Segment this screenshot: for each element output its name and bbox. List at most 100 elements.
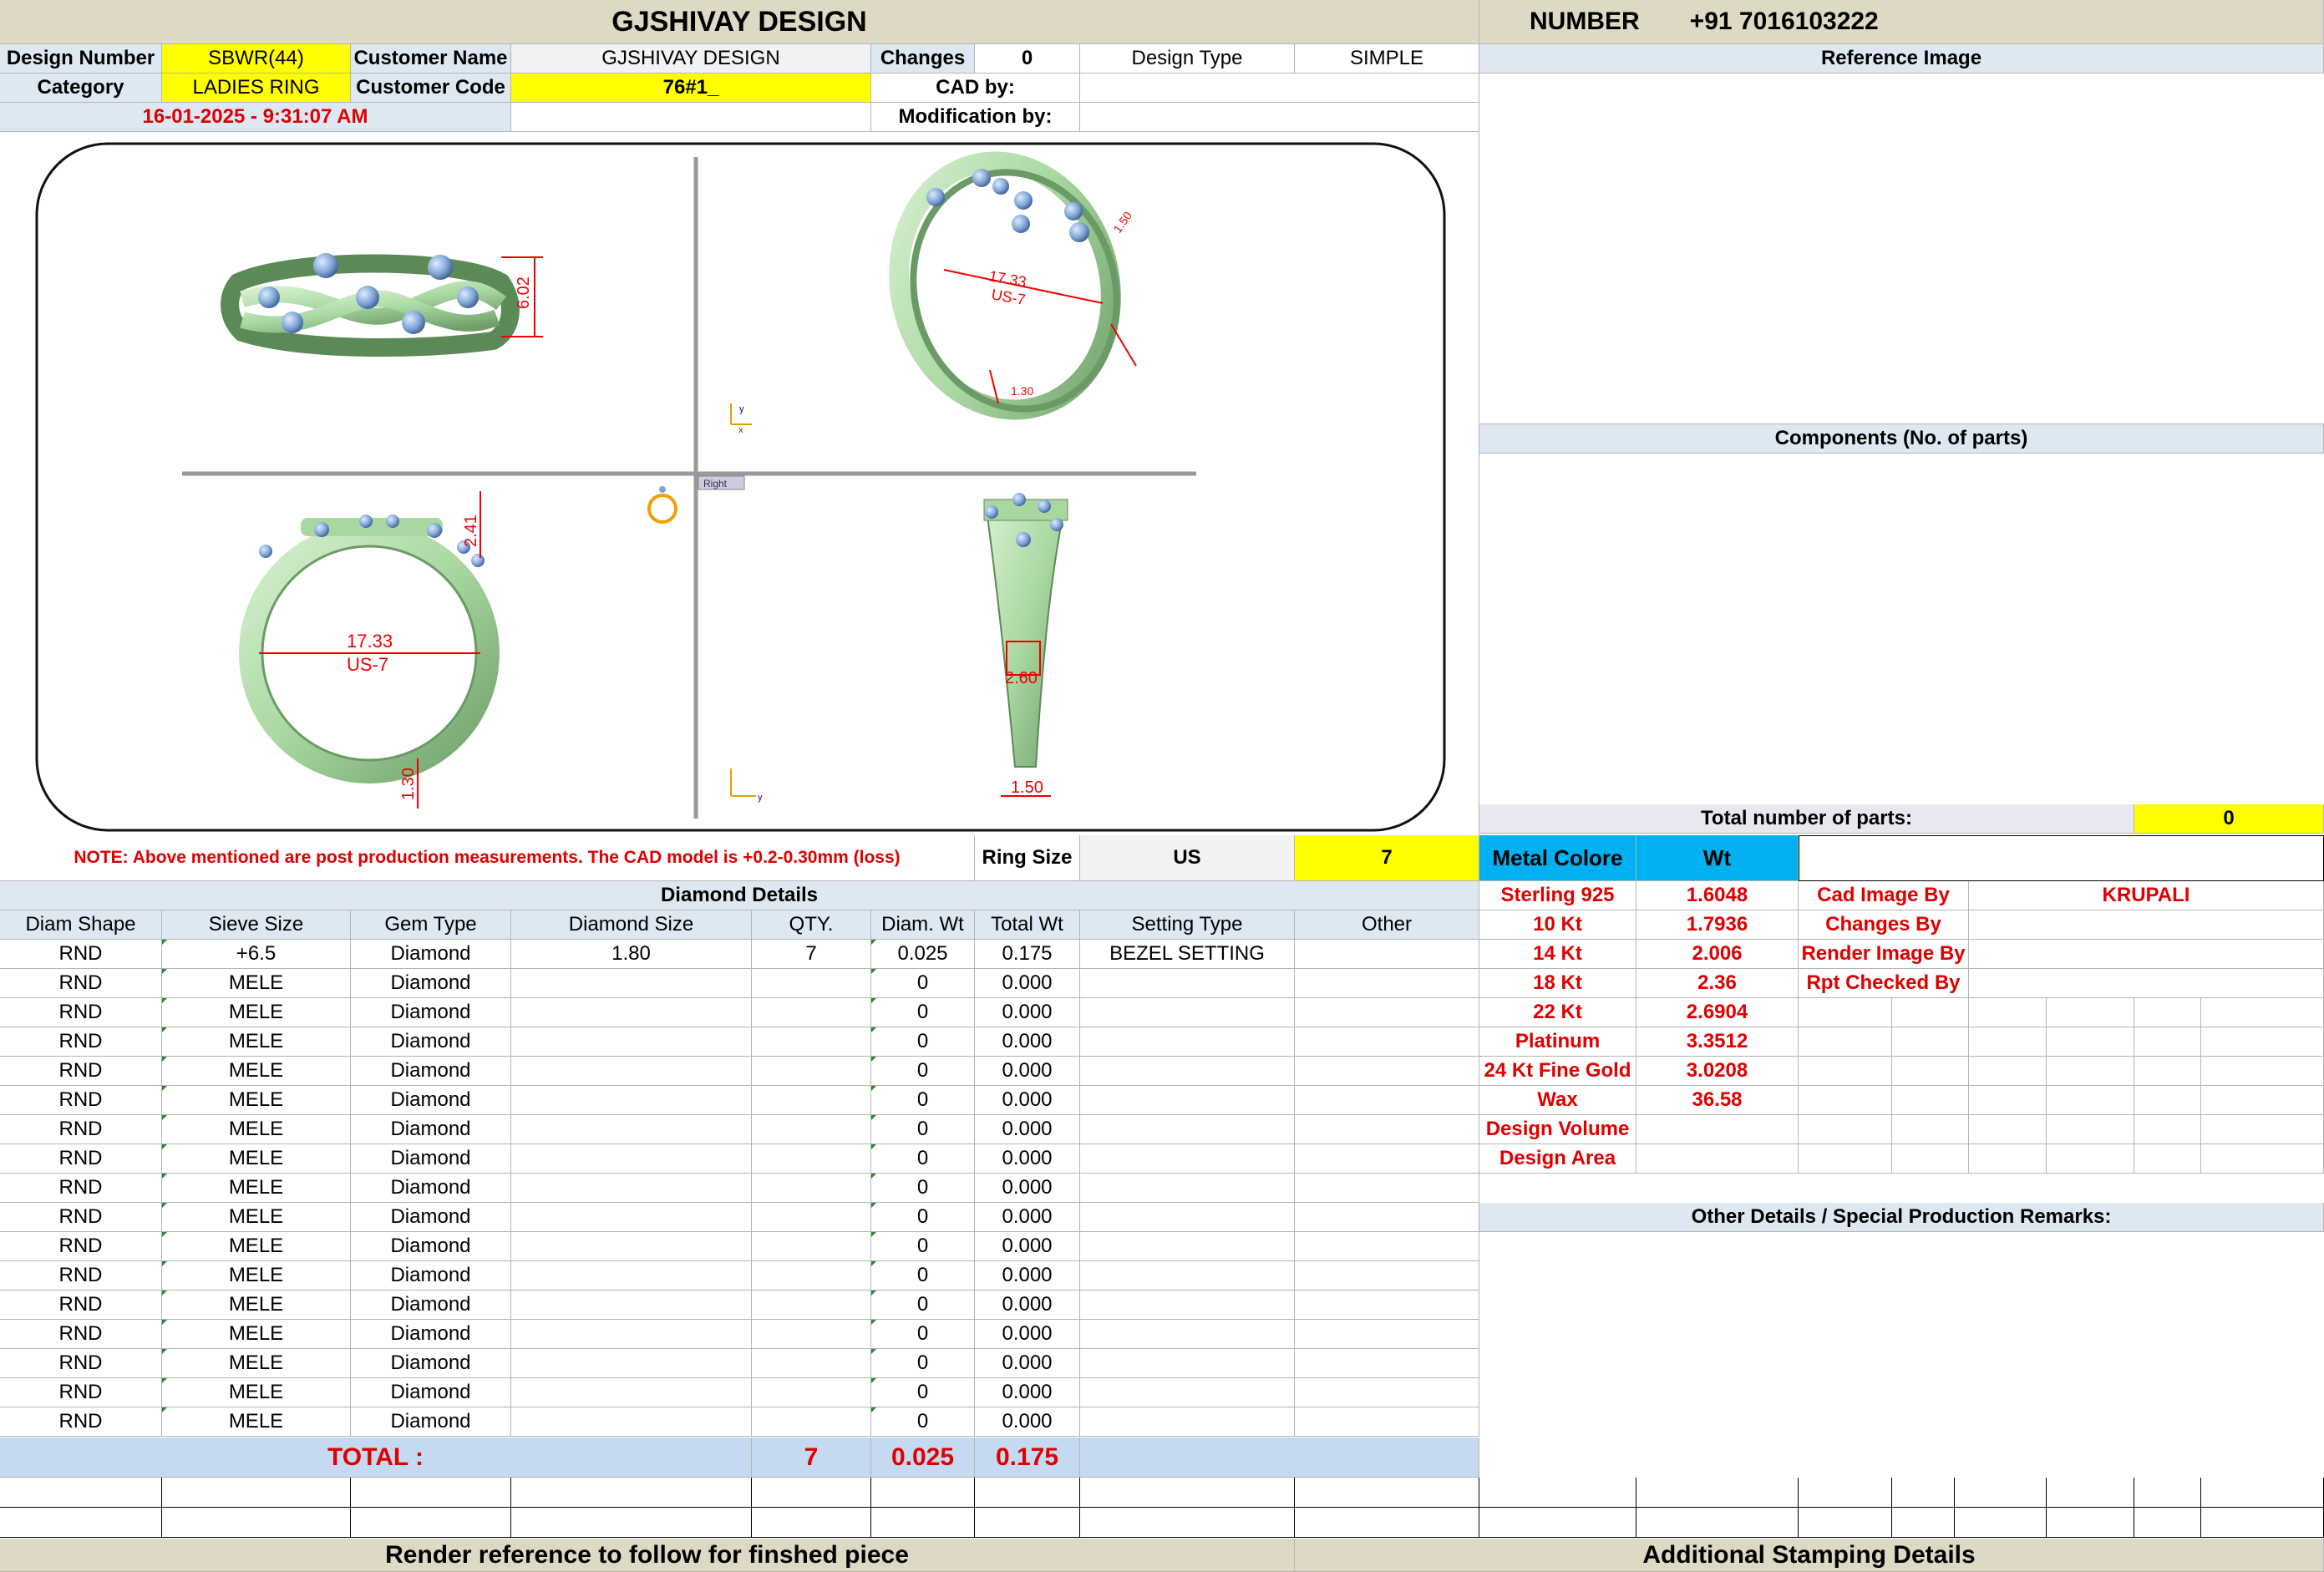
table-cell[interactable] [1080, 969, 1295, 998]
table-cell[interactable]: Diamond [351, 1291, 511, 1320]
grid-cell[interactable] [2134, 1057, 2201, 1086]
blank-cell[interactable] [162, 1478, 351, 1508]
table-cell[interactable]: 0 [871, 1378, 975, 1407]
grid-cell[interactable] [2134, 1086, 2201, 1115]
grid-cell[interactable] [2134, 1115, 2201, 1144]
role-value[interactable]: KRUPALI [1969, 881, 2324, 910]
grid-cell[interactable] [2201, 1144, 2324, 1174]
blank-cell[interactable] [1295, 1478, 1479, 1508]
table-cell[interactable]: RND [0, 969, 162, 998]
blank-cell[interactable] [1892, 1508, 1955, 1538]
blank-cell[interactable] [752, 1478, 871, 1508]
grid-cell[interactable] [1969, 1115, 2047, 1144]
grid-cell[interactable] [2201, 1086, 2324, 1115]
table-cell[interactable] [511, 1407, 752, 1437]
table-cell[interactable] [752, 1407, 871, 1437]
grid-cell[interactable] [1799, 1086, 1892, 1115]
table-cell[interactable] [511, 1144, 752, 1174]
table-cell[interactable] [1295, 1057, 1479, 1086]
table-cell[interactable]: 0 [871, 1057, 975, 1086]
table-cell[interactable]: MELE [162, 1027, 351, 1057]
role-value[interactable] [1969, 940, 2324, 969]
table-cell[interactable]: RND [0, 1144, 162, 1174]
table-cell[interactable] [1295, 1115, 1479, 1144]
table-cell[interactable]: 0.000 [975, 1349, 1080, 1378]
metal-weight[interactable]: 2.6904 [1636, 998, 1799, 1027]
table-cell[interactable] [752, 969, 871, 998]
blank-cell[interactable] [162, 1508, 351, 1538]
table-cell[interactable]: MELE [162, 969, 351, 998]
blank-cell[interactable] [1080, 1508, 1295, 1538]
table-cell[interactable]: MELE [162, 1203, 351, 1232]
table-cell[interactable]: RND [0, 1027, 162, 1057]
table-cell[interactable]: 0 [871, 1349, 975, 1378]
blank-cell[interactable] [1799, 1478, 1892, 1508]
table-cell[interactable]: Diamond [351, 1203, 511, 1232]
table-cell[interactable]: BEZEL SETTING [1080, 940, 1295, 969]
table-cell[interactable]: 0.000 [975, 1027, 1080, 1057]
table-cell[interactable]: MELE [162, 1320, 351, 1349]
grid-cell[interactable] [1799, 1027, 1892, 1057]
table-cell[interactable] [511, 1378, 752, 1407]
table-cell[interactable] [1295, 940, 1479, 969]
table-cell[interactable] [1295, 1349, 1479, 1378]
table-cell[interactable]: 0.000 [975, 1261, 1080, 1291]
total-parts-value[interactable]: 0 [2134, 804, 2324, 834]
table-cell[interactable] [752, 1320, 871, 1349]
blank-cell[interactable] [1636, 1478, 1799, 1508]
table-cell[interactable]: 0 [871, 1232, 975, 1261]
table-cell[interactable]: MELE [162, 1261, 351, 1291]
blank-cell[interactable] [1295, 1508, 1479, 1538]
table-cell[interactable]: 0.000 [975, 1291, 1080, 1320]
blank-cell[interactable] [1080, 1478, 1295, 1508]
table-cell[interactable]: 0 [871, 1115, 975, 1144]
role-value[interactable] [1969, 910, 2324, 940]
grid-cell[interactable] [2047, 1057, 2134, 1086]
table-cell[interactable] [511, 1349, 752, 1378]
table-cell[interactable] [752, 1349, 871, 1378]
table-cell[interactable]: MELE [162, 1378, 351, 1407]
grid-cell[interactable] [1892, 998, 1969, 1027]
table-cell[interactable]: Diamond [351, 969, 511, 998]
blank-cell[interactable] [2134, 1508, 2201, 1538]
table-cell[interactable]: RND [0, 940, 162, 969]
table-cell[interactable] [752, 1144, 871, 1174]
table-cell[interactable]: RND [0, 1378, 162, 1407]
table-cell[interactable]: RND [0, 1261, 162, 1291]
table-cell[interactable] [1080, 1349, 1295, 1378]
table-cell[interactable]: 0.000 [975, 1115, 1080, 1144]
table-cell[interactable]: RND [0, 1291, 162, 1320]
cad-by-value[interactable] [1080, 74, 1479, 103]
table-cell[interactable]: MELE [162, 1144, 351, 1174]
ring-size-value[interactable]: 7 [1295, 835, 1479, 881]
blank-cell[interactable] [0, 1478, 162, 1508]
grid-cell[interactable] [1969, 1144, 2047, 1174]
metal-weight[interactable]: 1.6048 [1636, 881, 1799, 910]
table-cell[interactable]: Diamond [351, 1349, 511, 1378]
blank-cell[interactable] [871, 1478, 975, 1508]
role-value[interactable] [1969, 969, 2324, 998]
table-cell[interactable] [752, 1174, 871, 1203]
table-cell[interactable]: MELE [162, 1057, 351, 1086]
table-cell[interactable]: 0.000 [975, 1086, 1080, 1115]
table-cell[interactable]: 0 [871, 1407, 975, 1437]
blank-cell[interactable] [1479, 1478, 1636, 1508]
table-cell[interactable]: Diamond [351, 1086, 511, 1115]
blank-cell[interactable] [2201, 1508, 2324, 1538]
table-cell[interactable]: 0 [871, 1320, 975, 1349]
table-cell[interactable]: RND [0, 1407, 162, 1437]
grid-cell[interactable] [1892, 1027, 1969, 1057]
table-cell[interactable]: 0 [871, 1144, 975, 1174]
grid-cell[interactable] [1799, 1144, 1892, 1174]
table-cell[interactable]: Diamond [351, 1232, 511, 1261]
table-cell[interactable]: RND [0, 1349, 162, 1378]
table-cell[interactable]: Diamond [351, 1261, 511, 1291]
grid-cell[interactable] [1969, 998, 2047, 1027]
metal-weight[interactable] [1636, 1115, 1799, 1144]
table-cell[interactable]: Diamond [351, 1407, 511, 1437]
grid-cell[interactable] [1799, 1115, 1892, 1144]
table-cell[interactable] [1295, 1203, 1479, 1232]
table-cell[interactable] [1295, 1320, 1479, 1349]
table-cell[interactable]: MELE [162, 1407, 351, 1437]
grid-cell[interactable] [1892, 1057, 1969, 1086]
